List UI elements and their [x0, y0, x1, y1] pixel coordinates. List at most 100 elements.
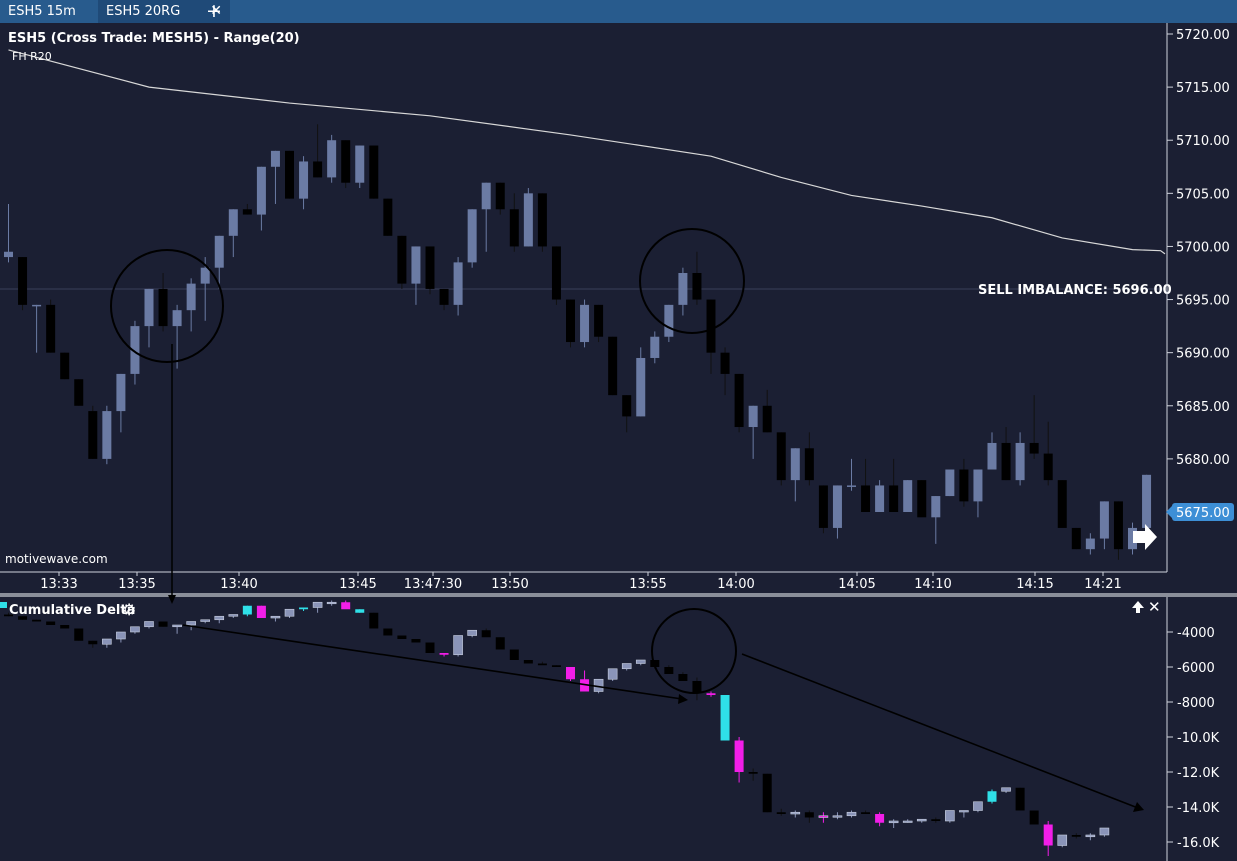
sell-imbalance-label: SELL IMBALANCE: 5696.00 [978, 283, 1172, 298]
delta-candle [692, 677, 702, 701]
delta-candle [88, 640, 98, 648]
delta-candle [256, 605, 266, 618]
delta-candle [299, 607, 309, 611]
delta-candle [1071, 833, 1081, 839]
delta-axis: -4000 -6000 -8000 -10.0K -12.0K -14.0K -16.0K [1166, 597, 1220, 861]
delta-candle [1029, 810, 1039, 825]
delta-candle [832, 812, 843, 820]
price-candle [369, 145, 379, 199]
time-tick-label: 13:45 [339, 577, 376, 592]
delta-candle [509, 649, 519, 660]
delta-candle [523, 660, 533, 664]
price-candle [1142, 474, 1152, 534]
tab-label: ESH5 15m [8, 4, 76, 19]
price-tick-label: 5690.00 [1176, 347, 1230, 362]
price-candle [102, 405, 112, 465]
price-candle [537, 193, 547, 252]
delta-candle [916, 818, 927, 823]
trend-arrow [182, 624, 683, 700]
time-tick-label: 14:21 [1084, 577, 1121, 592]
price-tick-label: 5695.00 [1176, 294, 1230, 309]
price-candle [608, 336, 618, 396]
price-candle [74, 379, 84, 406]
arrow-up-icon[interactable] [1132, 601, 1144, 613]
delta-candle [32, 619, 42, 622]
delta-candle [425, 642, 435, 653]
delta-candle [804, 810, 814, 823]
delta-candle [439, 653, 449, 657]
chart-title: ESH5 (Cross Trade: MESH5) - Range(20) [8, 31, 300, 46]
chart-area: ESH5 (Cross Trade: MESH5) - Range(20) FH… [0, 23, 1237, 861]
highlight-circle [651, 608, 737, 694]
delta-candle [706, 691, 716, 697]
delta-candle [987, 789, 997, 804]
price-tick-label: 5680.00 [1176, 453, 1230, 468]
delta-candle [284, 608, 295, 618]
delta-tick-label: -8000 [1177, 696, 1215, 711]
price-candle [664, 304, 674, 343]
price-candle [467, 209, 477, 268]
price-candle [551, 246, 561, 305]
delta-candle [397, 635, 407, 639]
delta-candle [973, 801, 983, 813]
price-candle [285, 150, 294, 199]
price-pane: ESH5 (Cross Trade: MESH5) - Range(20) FH… [0, 23, 1172, 572]
pane-divider[interactable] [0, 593, 1237, 597]
delta-candle [959, 810, 969, 818]
price-tick-label: 5715.00 [1176, 81, 1230, 96]
price-candle [425, 246, 435, 295]
delta-candle [369, 612, 379, 629]
price-tick-label: 5720.00 [1176, 28, 1230, 43]
time-tick-label: 14:00 [717, 577, 754, 592]
delta-candle [481, 628, 491, 638]
delta-tick-label: -16.0K [1177, 836, 1220, 851]
delta-candle [720, 695, 730, 741]
delta-candle [158, 621, 168, 627]
tab-esh5-15m[interactable]: ESH5 15m [0, 0, 90, 23]
price-tick-label: 5710.00 [1176, 134, 1230, 149]
delta-candle [734, 737, 744, 783]
tab-bar: ESH5 15m ESH5 20RG ✕ + [0, 0, 1237, 23]
delta-candle [102, 638, 112, 648]
delta-candle [228, 614, 239, 618]
delta-candle [790, 810, 801, 818]
delta-candle [875, 812, 885, 827]
price-candle [341, 140, 351, 189]
delta-candle [46, 621, 56, 625]
delta-candle [214, 615, 225, 624]
delta-tick-label: -14.0K [1177, 801, 1220, 816]
delta-candle [312, 601, 323, 613]
delta-candle [326, 600, 337, 606]
time-tick-label: 14:15 [1016, 577, 1053, 592]
delta-candle [495, 637, 505, 650]
tab-label: ESH5 20RG [106, 4, 181, 19]
time-tick-label: 14:05 [838, 577, 875, 592]
time-tick-label: 13:35 [118, 577, 155, 592]
gear-icon[interactable]: ⚙ [122, 600, 136, 619]
delta-candle [888, 819, 899, 828]
delta-candle [551, 665, 561, 667]
delta-candle [355, 609, 365, 613]
delta-candle [453, 635, 463, 657]
price-axis: 5720.00 5715.00 5710.00 5705.00 5700.00 5695.… [1166, 23, 1234, 572]
price-candle [917, 480, 927, 518]
plus-icon[interactable]: + [206, 0, 222, 23]
current-price-label: 5675.00 [1176, 506, 1230, 521]
price-candle [580, 299, 590, 348]
delta-candle [467, 629, 477, 638]
price-candle [60, 352, 70, 380]
delta-candle [607, 668, 618, 681]
time-tick-label: 13:33 [40, 577, 77, 592]
close-icon[interactable]: ✕ [1148, 598, 1161, 616]
delta-candle [1043, 821, 1053, 856]
price-candle [776, 432, 786, 486]
delta-candle [748, 768, 758, 781]
delta-candle [818, 812, 829, 823]
delta-candle [635, 659, 646, 666]
time-tick-label: 14:10 [914, 577, 951, 592]
delta-candle [74, 628, 84, 641]
time-tick-label: 13:50 [491, 577, 528, 592]
delta-candle [172, 624, 182, 634]
delta-candle [130, 626, 140, 634]
delta-candle [1015, 787, 1025, 811]
